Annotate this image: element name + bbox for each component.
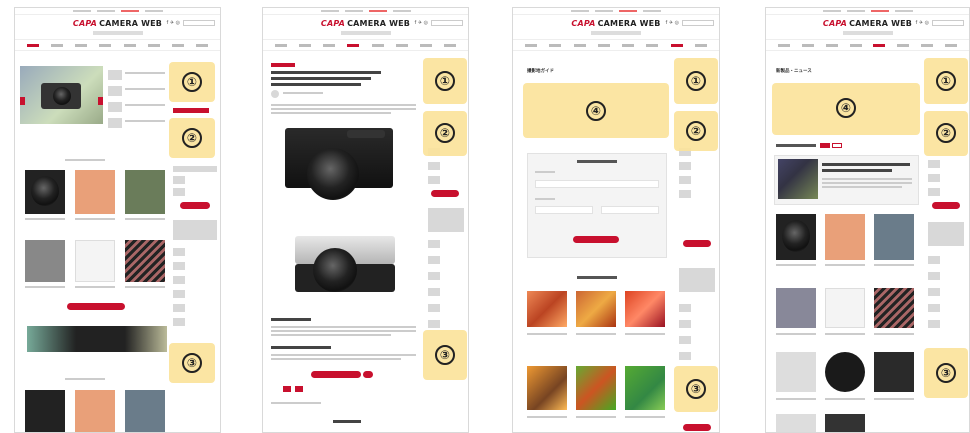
article-thumb[interactable] [75, 170, 115, 214]
search-input[interactable] [183, 20, 215, 26]
region-badge-4: ④ [586, 101, 606, 121]
photo-guide-banner[interactable] [27, 326, 167, 352]
filter-tag[interactable] [820, 143, 830, 148]
region-badge-1: ① [936, 71, 956, 91]
social-icons[interactable]: f ✈ ◎ [916, 20, 930, 26]
hero-thumb[interactable] [108, 86, 122, 96]
article-thumb[interactable] [25, 240, 65, 282]
search-button[interactable] [573, 236, 619, 243]
region-badge-1: ① [686, 71, 706, 91]
site-header: CAPA CAMERA WEB f ✈ ◎ [766, 15, 969, 31]
category-nav [766, 39, 969, 51]
site-header: CAPA CAMERA WEB f ✈ ◎ [15, 15, 220, 31]
hero-lens [53, 87, 71, 105]
section-title: 撮影地ガイド [527, 69, 554, 74]
page-mockup-article: CAPA CAMERA WEB f ✈ ◎ ① ② ③ [262, 7, 469, 433]
sidebar-block [173, 166, 217, 172]
site-header: CAPA CAMERA WEB f ✈ ◎ [513, 15, 719, 31]
spot-thumb[interactable] [527, 366, 567, 410]
category-nav [513, 39, 719, 51]
spot-thumb[interactable] [527, 291, 567, 327]
social-icons[interactable]: f ✈ ◎ [167, 20, 181, 26]
next-page-button[interactable] [311, 371, 361, 378]
category-nav [263, 39, 468, 51]
featured-news-thumb[interactable] [778, 159, 818, 199]
hero-thumb[interactable] [108, 70, 122, 80]
region-badge-3: ③ [182, 353, 202, 373]
sidebar-more-button[interactable] [932, 202, 960, 209]
sidebar-more-button[interactable] [180, 202, 210, 209]
slider-next-button[interactable] [98, 97, 103, 105]
spot-thumb[interactable] [576, 291, 616, 327]
site-logo[interactable]: CAPA CAMERA WEB [73, 19, 162, 28]
sidebar-banner[interactable] [173, 108, 209, 113]
page-mockup-photo-guide: CAPA CAMERA WEB f ✈ ◎ 撮影地ガイド ④ ① ② ③ [512, 7, 720, 433]
section-title: 新製品・ニュース [776, 69, 812, 74]
region-badge-2: ② [435, 123, 455, 143]
article-thumb[interactable] [75, 240, 115, 282]
news-thumb[interactable] [874, 352, 914, 392]
page-mockup-news: CAPA CAMERA WEB f ✈ ◎ 新製品・ニュース ④ ① ② ③ [765, 7, 970, 433]
news-thumb[interactable] [874, 288, 914, 328]
region-badge-3: ③ [686, 379, 706, 399]
author-avatar [271, 90, 279, 98]
region-badge-2: ② [686, 121, 706, 141]
page-mockup-top: CAPA CAMERA WEB f ✈ ◎ ① ② ③ [14, 7, 221, 433]
region-badge-3: ③ [936, 363, 956, 383]
article-thumb[interactable] [125, 170, 165, 214]
region-badge-3: ③ [435, 345, 455, 365]
social-icons[interactable]: f ✈ ◎ [666, 20, 680, 26]
search-input[interactable] [932, 20, 964, 26]
site-logo[interactable]: CAPA CAMERA WEB [571, 19, 660, 28]
sidebar-more-button[interactable] [683, 240, 711, 247]
search-input[interactable] [682, 20, 714, 26]
subject-select[interactable] [601, 206, 659, 214]
category-tag[interactable] [271, 63, 295, 67]
site-logo[interactable]: CAPA CAMERA WEB [321, 19, 410, 28]
article-thumb[interactable] [125, 390, 165, 432]
site-header: CAPA CAMERA WEB f ✈ ◎ [263, 15, 468, 31]
hero-thumb[interactable] [108, 102, 122, 112]
article-thumb[interactable] [125, 240, 165, 282]
top-nav [15, 8, 220, 15]
region-badge-2: ② [182, 128, 202, 148]
season-select[interactable] [535, 206, 593, 214]
hero-thumb[interactable] [108, 118, 122, 128]
region-badge-2: ② [936, 123, 956, 143]
social-icons[interactable]: f ✈ ◎ [415, 20, 429, 26]
news-thumb[interactable] [825, 352, 865, 392]
news-thumb[interactable] [776, 352, 816, 392]
region-badge-4: ④ [836, 98, 856, 118]
more-articles-button[interactable] [67, 303, 125, 310]
sidebar-more-button[interactable] [431, 190, 459, 197]
site-logo[interactable]: CAPA CAMERA WEB [823, 19, 912, 28]
category-nav [15, 39, 220, 51]
news-thumb[interactable] [874, 214, 914, 260]
region-badge-1: ① [182, 72, 202, 92]
spot-thumb[interactable] [625, 366, 665, 410]
camera-lens [307, 148, 359, 200]
tagline [92, 31, 143, 35]
article-thumb[interactable] [25, 390, 65, 432]
region-badge-1: ① [435, 71, 455, 91]
filter-tag[interactable] [832, 143, 842, 148]
search-input[interactable] [431, 20, 463, 26]
news-thumb[interactable] [825, 288, 865, 328]
spot-thumb[interactable] [625, 291, 665, 327]
area-select[interactable] [535, 180, 659, 188]
news-thumb[interactable] [776, 288, 816, 328]
news-thumb[interactable] [825, 214, 865, 260]
spot-thumb[interactable] [576, 366, 616, 410]
slider-prev-button[interactable] [20, 97, 25, 105]
article-thumb[interactable] [75, 390, 115, 432]
